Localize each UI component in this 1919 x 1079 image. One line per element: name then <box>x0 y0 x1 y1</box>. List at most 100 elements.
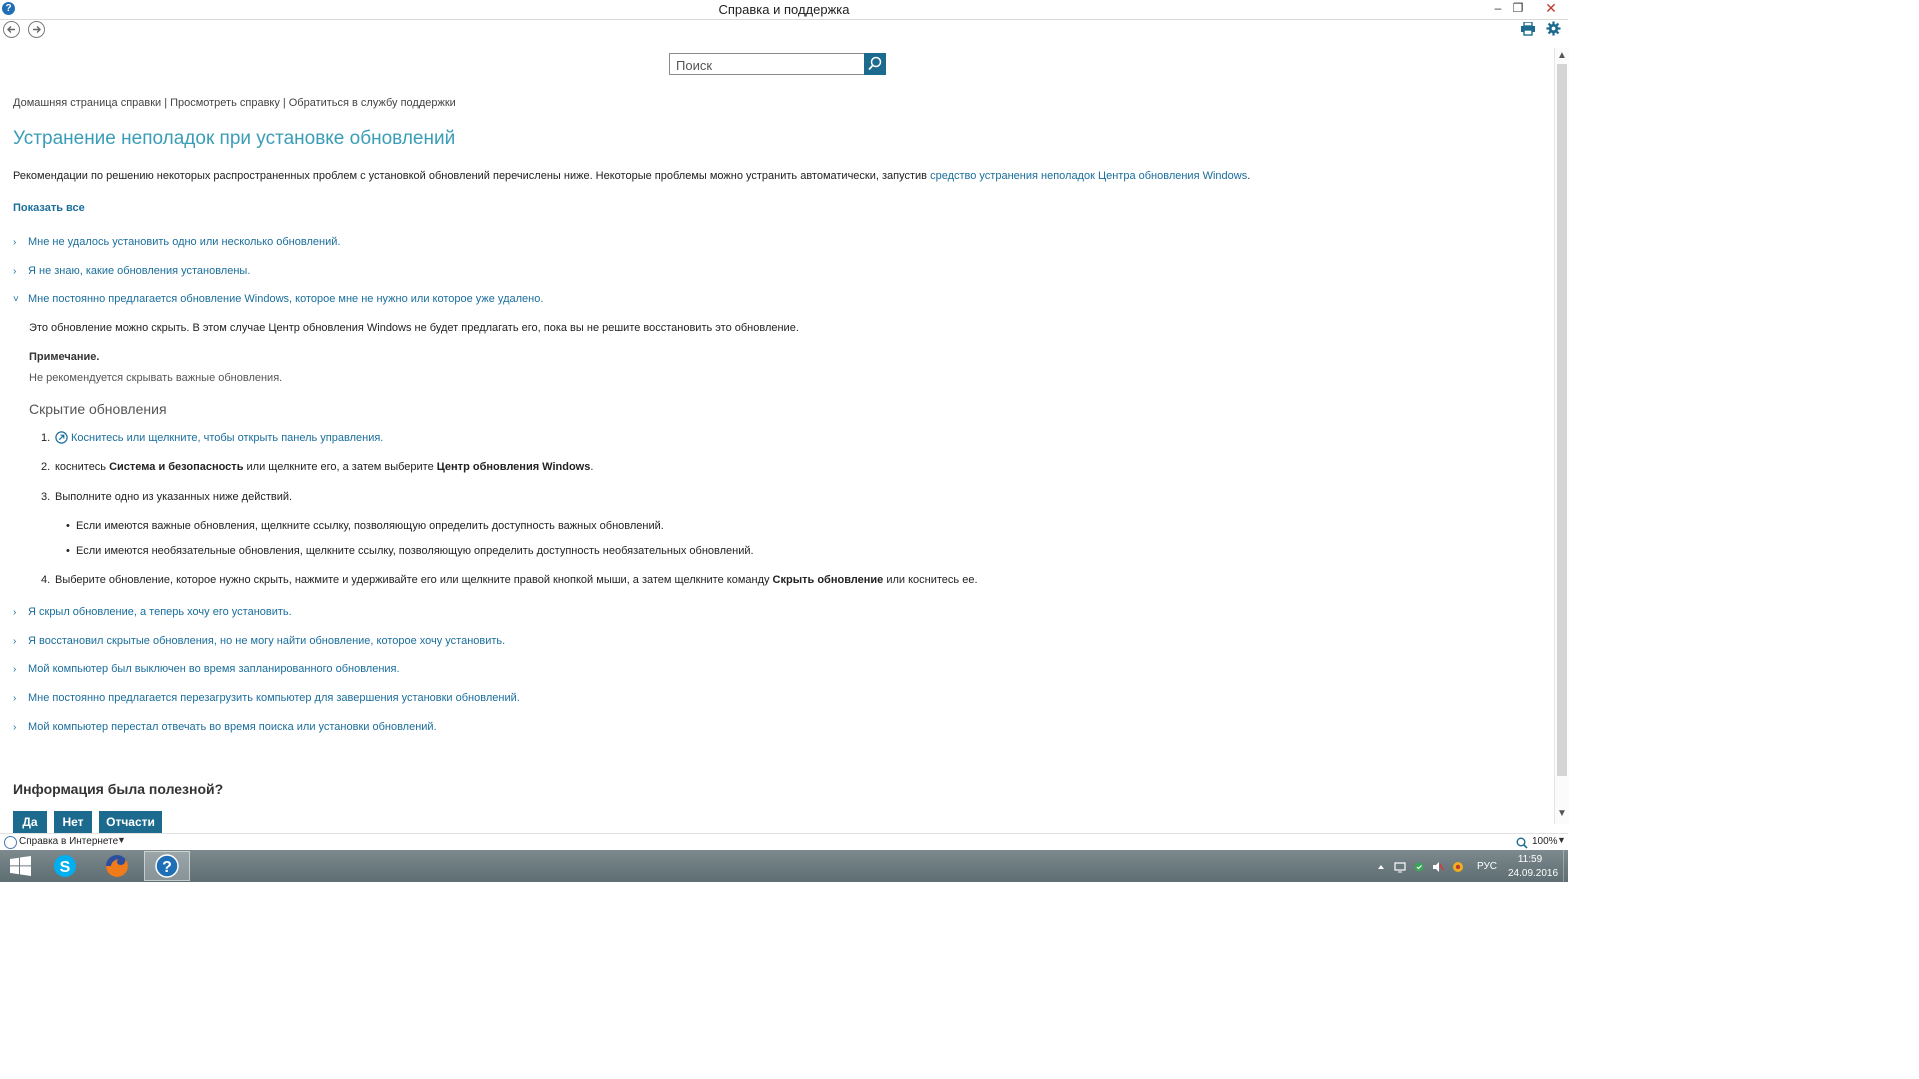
step-number: 2. <box>41 461 51 473</box>
feedback-partly-button[interactable]: Отчасти <box>99 811 162 834</box>
question-label: Мне постоянно предлагается перезагрузить… <box>28 692 520 704</box>
question-item[interactable]: › Мне постоянно предлагается перезагрузит… <box>13 692 520 704</box>
print-icon[interactable] <box>1520 21 1536 41</box>
step-1: Коснитесь или щелкните, чтобы открыть па… <box>55 431 383 447</box>
step-text: или коснитесь ее. <box>883 574 978 586</box>
restore-button[interactable]: ❐ <box>1505 0 1531 19</box>
question-item[interactable]: › Мой компьютер был выключен во время зап… <box>13 663 400 675</box>
question-item[interactable]: › Я скрыл обновление, а теперь хочу его у… <box>13 606 292 618</box>
app-tray-icon[interactable] <box>1452 860 1464 872</box>
bullet-text: Если имеются важные обновления, щелкните… <box>75 520 664 532</box>
question-label: Мой компьютер был выключен во время запл… <box>28 663 400 675</box>
intro-end: . <box>1247 170 1251 182</box>
tray-expand-icon[interactable] <box>1375 860 1387 872</box>
scroll-up-arrow-icon[interactable]: ▲ <box>1555 50 1569 62</box>
feedback-title: Информация была полезной? <box>13 781 224 797</box>
chevron-right-icon: › <box>13 237 17 248</box>
chevron-down-icon: ˅ <box>13 294 19 305</box>
breadcrumb-separator: | <box>164 97 168 109</box>
search-box <box>669 53 865 75</box>
step-bold-text: Система и безопасность <box>109 461 244 473</box>
windows-logo-icon <box>10 856 31 876</box>
network-icon[interactable] <box>1394 860 1406 873</box>
skype-taskbar-button[interactable]: S <box>42 851 88 881</box>
bullet-item: • Если имеются необязательные обновления… <box>66 545 754 557</box>
search-icon <box>868 56 882 71</box>
question-label: Я скрыл обновление, а теперь хочу его ус… <box>28 606 292 618</box>
section-heading: Скрытие обновления <box>29 401 167 417</box>
feedback-yes-button[interactable]: Да <box>13 811 47 834</box>
expanded-body-text: Это обновление можно скрыть. В этом случ… <box>29 322 799 334</box>
question-item[interactable]: › Мне не удалось установить одно или неск… <box>13 236 340 248</box>
title-bar: ? Справка и поддержка – ❐ ✕ <box>0 0 1568 20</box>
chevron-down-icon[interactable]: ▼ <box>117 835 126 845</box>
clock-date[interactable]: 24.09.2016 <box>1508 868 1558 879</box>
question-item-expanded[interactable]: ˅ Мне постоянно предлагается обновление W… <box>13 293 543 305</box>
input-language[interactable]: РУС <box>1477 861 1497 872</box>
online-help-icon <box>4 836 17 849</box>
show-all-link[interactable]: Показать все <box>13 202 85 214</box>
step-text: коснитесь <box>55 461 110 473</box>
search-button[interactable] <box>864 53 886 75</box>
step-text: или щелкните его, а затем выберите <box>243 461 437 473</box>
chevron-right-icon: › <box>13 636 17 647</box>
step-number: 3. <box>41 491 51 503</box>
bullet-text: Если имеются необязательные обновления, … <box>75 545 754 557</box>
breadcrumb-home-link[interactable]: Домашняя страница справки <box>13 97 161 109</box>
vertical-scrollbar[interactable]: ▲ ▼ <box>1554 48 1569 824</box>
breadcrumb-separator: | <box>282 97 286 109</box>
breadcrumb-browse-link[interactable]: Просмотреть справку <box>170 97 280 109</box>
intro-text: Рекомендации по решению некоторых распро… <box>13 170 931 182</box>
intro-paragraph: Рекомендации по решению некоторых распро… <box>13 170 1250 182</box>
help-icon: ? <box>155 854 179 878</box>
gear-icon[interactable] <box>1546 21 1561 41</box>
show-desktop-button[interactable] <box>1563 850 1569 882</box>
chevron-right-icon: › <box>13 266 17 277</box>
note-title: Примечание. <box>29 351 100 363</box>
volume-muted-icon[interactable] <box>1432 860 1444 872</box>
firefox-taskbar-button[interactable] <box>94 851 140 881</box>
question-item[interactable]: › Я восстановил скрытые обновления, но не… <box>13 635 505 647</box>
chevron-right-icon: › <box>13 722 17 733</box>
taskbar: S ? РУС 11:59 24.09.2016 <box>0 850 1568 882</box>
sync-icon[interactable] <box>1413 860 1425 872</box>
svg-text:?: ? <box>162 859 172 876</box>
note-text: Не рекомендуется скрывать важные обновле… <box>29 372 283 384</box>
bullet-dot: • <box>66 520 70 532</box>
clock-time[interactable]: 11:59 <box>1508 854 1552 865</box>
chevron-right-icon: › <box>13 664 17 675</box>
question-label: Мне не удалось установить одно или неско… <box>28 236 341 248</box>
search-input[interactable] <box>674 56 864 74</box>
troubleshooter-link[interactable]: средство устранения неполадок Центра обн… <box>930 170 1247 182</box>
scroll-thumb[interactable] <box>1557 64 1567 776</box>
start-button[interactable] <box>0 850 40 882</box>
control-panel-link[interactable]: Коснитесь или щелкните, чтобы открыть па… <box>71 432 383 444</box>
open-control-panel-icon[interactable] <box>55 431 68 447</box>
online-help-mode[interactable]: Справка в Интернете <box>19 836 118 847</box>
help-taskbar-button[interactable]: ? <box>144 851 190 881</box>
scroll-down-arrow-icon[interactable]: ▼ <box>1555 808 1569 820</box>
question-item[interactable]: › Я не знаю, какие обновления установлены… <box>13 265 250 277</box>
close-button[interactable]: ✕ <box>1534 0 1568 19</box>
step-4: Выберите обновление, которое нужно скрыт… <box>55 574 978 586</box>
zoom-level[interactable]: 100% <box>1532 836 1558 847</box>
question-item[interactable]: › Мой компьютер перестал отвечать во врем… <box>13 721 437 733</box>
status-bar: Справка в Интернете ▼ 100% ▼ <box>0 833 1568 850</box>
step-2: коснитесь Система и безопасность или щел… <box>55 461 593 473</box>
step-text: . <box>590 461 594 473</box>
feedback-no-button[interactable]: Нет <box>54 811 92 834</box>
step-text: Выберите обновление, которое нужно скрыт… <box>55 574 773 586</box>
question-label: Мне постоянно предлагается обновление Wi… <box>28 293 544 305</box>
skype-icon: S <box>54 855 76 877</box>
chevron-right-icon: › <box>13 607 17 618</box>
back-arrow-icon[interactable] <box>3 21 20 38</box>
step-number: 1. <box>41 432 51 444</box>
chevron-right-icon: › <box>13 693 17 704</box>
window-title: Справка и поддержка <box>718 2 850 17</box>
svg-text:S: S <box>60 859 71 876</box>
breadcrumb-contact-link[interactable]: Обратиться в службу поддержки <box>289 97 456 109</box>
chevron-down-icon[interactable]: ▼ <box>1557 835 1566 845</box>
step-number: 4. <box>41 574 51 586</box>
forward-arrow-icon[interactable] <box>28 21 45 38</box>
breadcrumb: Домашняя страница справки | Просмотреть сп… <box>13 97 456 109</box>
